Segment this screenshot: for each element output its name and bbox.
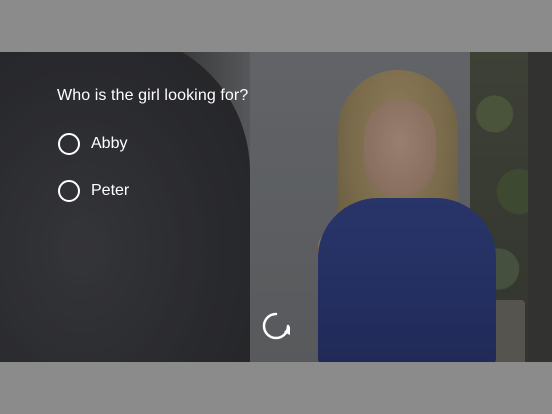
answer-label: Abby xyxy=(91,135,128,152)
answer-option-peter[interactable]: Peter xyxy=(58,180,129,202)
replay-icon[interactable] xyxy=(260,310,292,342)
answer-label: Peter xyxy=(91,182,130,199)
radio-button-icon[interactable] xyxy=(58,180,80,202)
video-player[interactable]: Who is the girl looking for? Abby Peter xyxy=(0,52,552,362)
bottom-letterbox xyxy=(0,362,552,414)
answer-option-abby[interactable]: Abby xyxy=(58,133,127,155)
top-letterbox xyxy=(0,0,552,52)
radio-button-icon[interactable] xyxy=(58,133,80,155)
quiz-question: Who is the girl looking for? xyxy=(57,87,249,104)
